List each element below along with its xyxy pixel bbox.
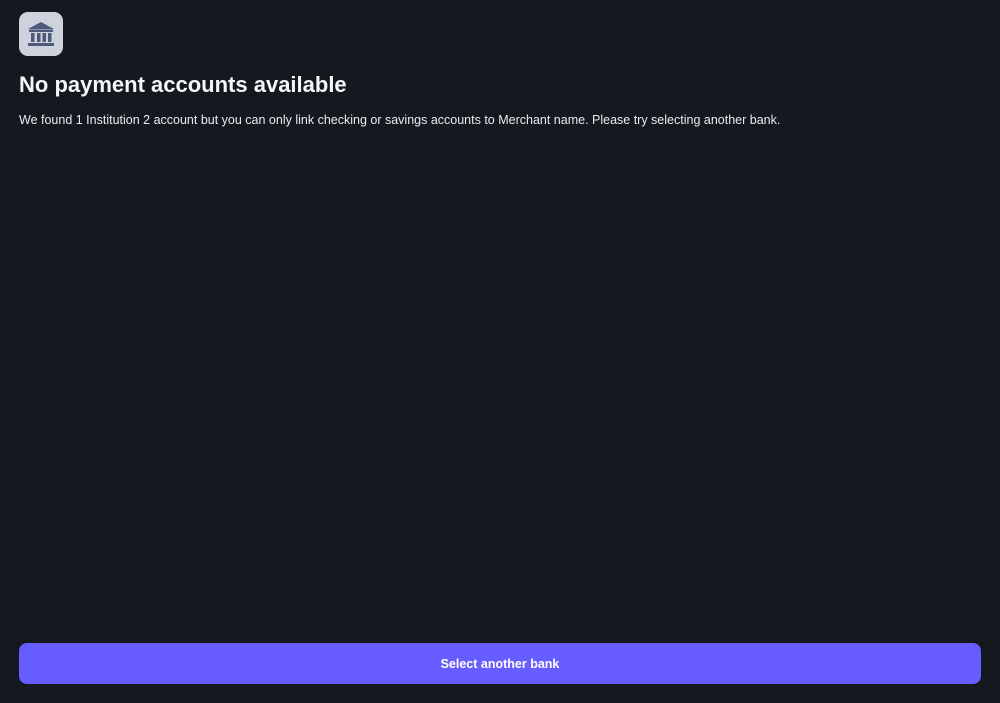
page-title: No payment accounts available bbox=[19, 72, 347, 97]
select-another-bank-button[interactable]: Select another bank bbox=[19, 643, 981, 684]
bank-icon-glyph bbox=[28, 22, 54, 46]
error-message: We found 1 Institution 2 account but you… bbox=[19, 113, 781, 127]
bank-icon bbox=[19, 12, 63, 56]
